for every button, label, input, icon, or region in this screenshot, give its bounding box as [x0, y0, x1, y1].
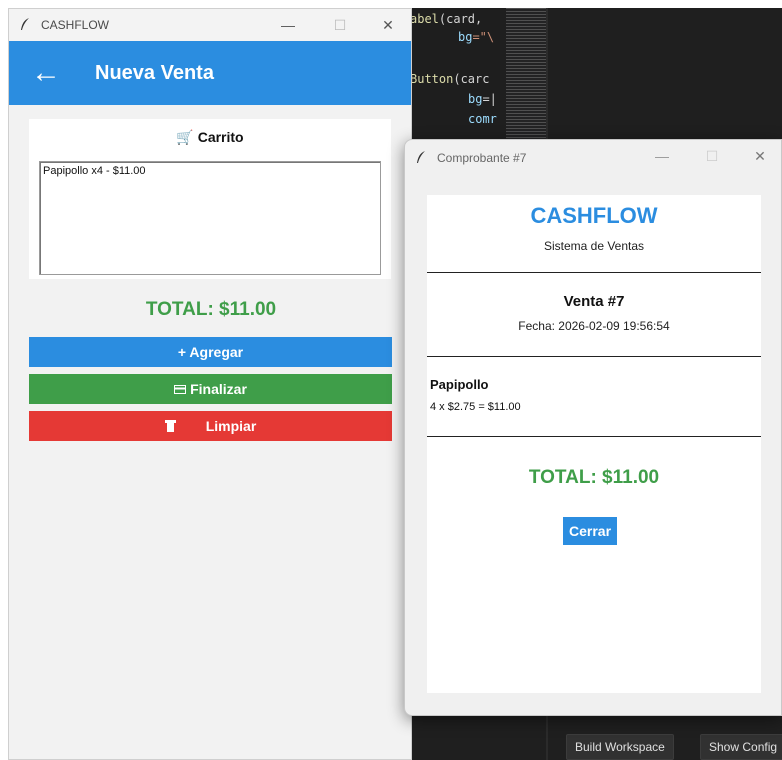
receipt-window-title: Comprobante #7	[437, 151, 527, 165]
code-line: abel(card,	[410, 12, 483, 26]
clear-button[interactable]: Limpiar	[29, 411, 392, 441]
code-snippet: abel(card, bg="\ Button(carc bg=| comr	[408, 8, 500, 148]
receipt-subtitle: Sistema de Ventas	[543, 239, 645, 253]
sale-number: Venta #7	[563, 293, 625, 310]
receipt-window: Comprobante #7 — ☐ ✕ CASHFLOW Sistema de…	[404, 139, 782, 716]
sale-date: Fecha: 2026-02-09 19:56:54	[518, 319, 670, 333]
feather-icon	[415, 150, 429, 167]
build-workspace-button[interactable]: Build Workspace	[566, 734, 674, 760]
cashflow-window: CASHFLOW — ☐ ✕ ← Nueva Venta 🛒 Carrito P…	[8, 8, 412, 760]
cart-title: 🛒 Carrito	[176, 129, 244, 145]
add-button[interactable]: + Agregar	[29, 337, 392, 367]
item-detail: 4 x $2.75 = $11.00	[430, 401, 521, 413]
page-title: Nueva Venta	[95, 61, 214, 84]
close-icon[interactable]: ✕	[365, 9, 411, 41]
list-item[interactable]: Papipollo x4 - $11.00	[43, 165, 377, 177]
back-arrow-icon[interactable]: ←	[31, 58, 91, 88]
receipt-paper: CASHFLOW Sistema de Ventas Venta #7 Fech…	[427, 195, 761, 693]
clear-label: Limpiar	[205, 418, 257, 434]
credit-card-icon	[174, 384, 187, 394]
close-icon[interactable]: ✕	[737, 140, 781, 172]
code-line: comr	[468, 112, 497, 126]
divider	[427, 272, 761, 273]
item-name: Papipollo	[430, 377, 489, 392]
feather-icon	[19, 17, 33, 34]
cart-listbox[interactable]: Papipollo x4 - $11.00	[39, 161, 381, 275]
maximize-icon[interactable]: ☐	[317, 9, 363, 41]
code-line: bg="\	[458, 30, 495, 44]
minimize-icon[interactable]: —	[265, 9, 311, 41]
total-label: TOTAL: $11.00	[145, 299, 277, 320]
minimap[interactable]	[506, 8, 546, 148]
receipt-brand: CASHFLOW	[530, 203, 658, 228]
minimize-icon[interactable]: —	[639, 140, 685, 172]
divider	[427, 436, 761, 437]
cart-card: 🛒 Carrito Papipollo x4 - $11.00	[29, 119, 391, 279]
code-line: Button(carc	[410, 72, 490, 86]
receipt-total: TOTAL: $11.00	[528, 467, 660, 488]
finalize-label: Finalizar	[190, 381, 247, 397]
app-header: ← Nueva Venta	[9, 41, 411, 105]
window-title: CASHFLOW	[41, 18, 110, 32]
maximize-icon[interactable]: ☐	[689, 140, 735, 172]
window-titlebar[interactable]: CASHFLOW — ☐ ✕	[9, 9, 411, 41]
trash-icon	[164, 420, 176, 432]
show-config-button[interactable]: Show Config	[700, 734, 782, 760]
finalize-button[interactable]: Finalizar	[29, 374, 392, 404]
divider	[427, 356, 761, 357]
receipt-titlebar[interactable]: Comprobante #7 — ☐ ✕	[405, 140, 781, 176]
code-line: bg=|	[468, 92, 497, 106]
close-button[interactable]: Cerrar	[563, 517, 618, 545]
